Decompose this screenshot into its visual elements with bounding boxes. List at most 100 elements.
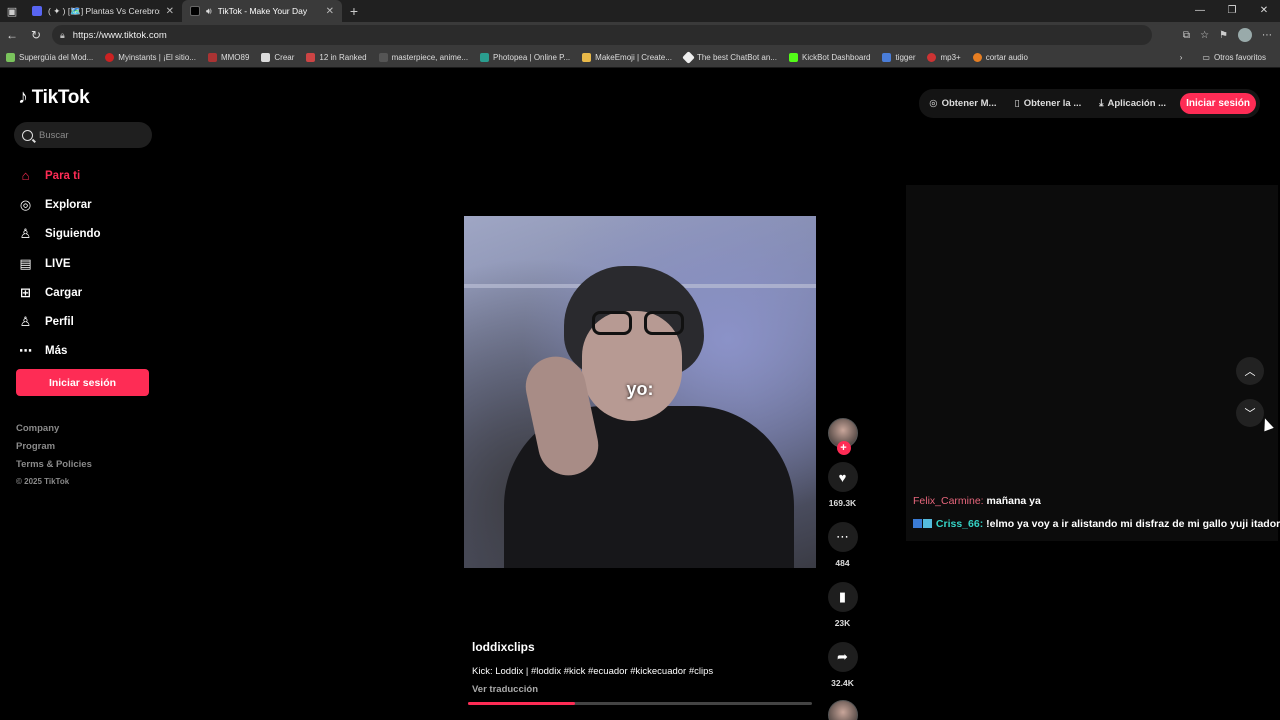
video-progress-bar[interactable] [468, 702, 812, 705]
bookmark-item[interactable]: MMO89 [202, 53, 255, 62]
bookmark-item[interactable]: mp3+ [921, 53, 966, 62]
chevron-down-icon: ﹀ [1244, 408, 1256, 420]
translate-link[interactable]: Ver traducción [472, 684, 812, 695]
share-action[interactable]: ➦ 32.4K [827, 642, 858, 688]
share-icon[interactable]: ➦ [827, 642, 858, 672]
live-icon: ▤ [19, 255, 32, 271]
video-progress-fill [468, 702, 575, 705]
chat-badge-icon [913, 519, 922, 528]
sidebar-item-para-ti[interactable]: ⌂ Para ti [18, 161, 101, 190]
sidebar-item-siguiendo[interactable]: ♙ Siguiendo [18, 220, 101, 249]
get-coins-button[interactable]: ◎ Obtener M... [925, 98, 1000, 109]
close-tab-icon[interactable]: ✕ [166, 6, 174, 17]
folder-icon: ▭ [1202, 53, 1210, 62]
new-tab-button[interactable]: + [342, 3, 366, 19]
top-actions: ◎ Obtener M... ▯ Obtener la ... ⤓ Aplicació… [919, 89, 1260, 118]
tab-actions-icon[interactable]: ▣ [0, 0, 24, 22]
desktop-app-button[interactable]: ⤓ Aplicación ... [1095, 98, 1170, 109]
upload-icon: ⊞ [20, 284, 31, 300]
chevron-right-icon[interactable]: › [1180, 53, 1183, 62]
browser-tab-plantas[interactable]: ( ✦ ) [🗺️] Plantas Vs Cerebros 🧠 ✕ [24, 0, 182, 22]
bookmark-icon [972, 53, 982, 62]
bookmark-item[interactable]: KickBot Dashboard [783, 53, 876, 62]
like-action[interactable]: ♥ 169.3K [827, 462, 858, 508]
bookmark-icon [378, 53, 388, 62]
search-placeholder: Buscar [39, 129, 69, 141]
bookmark-item[interactable]: masterpiece, anime... [373, 53, 474, 62]
bookmark-item[interactable]: Supergüía del Mod... [0, 53, 99, 62]
bookmark-icon [306, 53, 316, 62]
bookmark-icon [882, 53, 892, 62]
close-window-icon[interactable]: ✕ [1248, 0, 1280, 22]
following-icon: ♙ [19, 226, 32, 242]
video-player[interactable]: yo: [464, 216, 816, 568]
back-icon[interactable]: ← [0, 28, 24, 42]
like-count: 169.3K [828, 498, 857, 508]
home-icon: ⌂ [21, 168, 30, 184]
bookmark-item[interactable]: Crear [255, 53, 300, 62]
bookmark-icon[interactable]: ▮ [827, 582, 858, 612]
video-description: Kick: Loddix | #loddix #kick #ecuador #k… [472, 666, 714, 677]
sidebar-item-perfil[interactable]: ♙ Perfil [18, 307, 101, 336]
sidebar-item-cargar[interactable]: ⊞ Cargar [18, 278, 101, 307]
bookmark-item[interactable]: 12 in Ranked [300, 53, 372, 62]
copyright: © 2025 TikTok [16, 477, 70, 486]
tiktok-logo[interactable]: ♪ TikTok [18, 86, 90, 109]
comment-count: 484 [835, 558, 850, 568]
chat-username: Criss_66: [935, 518, 984, 530]
search-icon [22, 129, 33, 141]
bookmark-item[interactable]: The best ChatBot an... [678, 51, 783, 64]
top-login-button[interactable]: Iniciar sesión [1180, 93, 1256, 114]
save-count: 23K [834, 618, 851, 628]
refresh-icon[interactable]: ↻ [24, 28, 48, 42]
bookmark-item[interactable]: MakeEmoji | Create... [576, 53, 678, 62]
get-app-button[interactable]: ▯ Obtener la ... [1010, 98, 1085, 109]
sidebar-item-mas[interactable]: ⋯ Más [18, 337, 101, 366]
bookmark-item[interactable]: cortar audio [967, 53, 1034, 62]
footer-link-company[interactable]: Company [16, 423, 92, 441]
footer-links: Company Program Terms & Policies © 2025 … [16, 423, 92, 491]
speaker-icon[interactable]: 🔊︎ [206, 6, 212, 17]
sidebar-item-live[interactable]: ▤ LIVE [18, 249, 101, 278]
next-video-button[interactable]: ﹀ [1236, 399, 1264, 427]
bookmark-icon [6, 53, 15, 62]
other-bookmarks[interactable]: ▭ Otros favoritos [1196, 53, 1272, 62]
profile-avatar[interactable] [1238, 28, 1252, 42]
chevron-up-icon: ︿ [1244, 366, 1256, 378]
minimize-icon[interactable]: — [1184, 0, 1216, 22]
chat-badge-icon [923, 519, 932, 528]
favorites-icon[interactable]: ☆ [1200, 30, 1209, 41]
chat-text: mañana ya [986, 495, 1041, 507]
bookmark-item[interactable]: Myinstants | ¡El sitio... [99, 53, 202, 62]
previous-video-button[interactable]: ︿ [1236, 357, 1264, 385]
bookmark-item[interactable]: tigger [876, 53, 921, 62]
close-tab-icon[interactable]: ✕ [326, 6, 334, 17]
restore-icon[interactable]: ❐ [1216, 0, 1248, 22]
browser-tab-tiktok[interactable]: 🔊︎ TikTok - Make Your Day ✕ [182, 0, 342, 22]
toolbar-icons: ⧉ ☆ ⚑ ⋯ [1183, 28, 1280, 42]
footer-link-program[interactable]: Program [16, 441, 92, 459]
follow-plus-icon[interactable]: + [836, 441, 851, 455]
bookmark-item[interactable]: Photopea | Online P... [474, 53, 576, 62]
video-username[interactable]: loddixclips [472, 640, 812, 654]
search-input[interactable]: Buscar [14, 122, 152, 148]
download-icon: ⤓ [1099, 98, 1104, 109]
sidebar-item-explorar[interactable]: ◎ Explorar [18, 190, 101, 219]
sidebar-login-button[interactable]: Iniciar sesión [16, 369, 149, 396]
extensions-icon[interactable]: ⧉ [1183, 30, 1190, 41]
bookmark-icon [207, 53, 217, 62]
save-action[interactable]: ▮ 23K [827, 582, 858, 628]
creator-avatar[interactable]: + [827, 418, 858, 455]
footer-link-terms[interactable]: Terms & Policies [16, 459, 92, 477]
url-field[interactable]: 🔒︎ https://www.tiktok.com [52, 25, 1152, 45]
comment-action[interactable]: ⋯ 484 [827, 522, 858, 568]
heart-icon[interactable]: ♥ [827, 462, 858, 492]
menu-dots-icon[interactable]: ⋯ [1262, 30, 1272, 41]
tiktok-note-icon: ♪ [18, 86, 28, 108]
lock-icon: 🔒︎ [60, 29, 65, 40]
video-caption: loddixclips Kick: Loddix | #loddix #kick… [472, 640, 812, 695]
video-actions: + ♥ 169.3K ⋯ 484 ▮ 23K ➦ 32.4K [826, 418, 859, 720]
collections-icon[interactable]: ⚑ [1219, 30, 1228, 41]
comment-icon[interactable]: ⋯ [827, 522, 858, 552]
music-disc-avatar[interactable] [827, 700, 858, 720]
